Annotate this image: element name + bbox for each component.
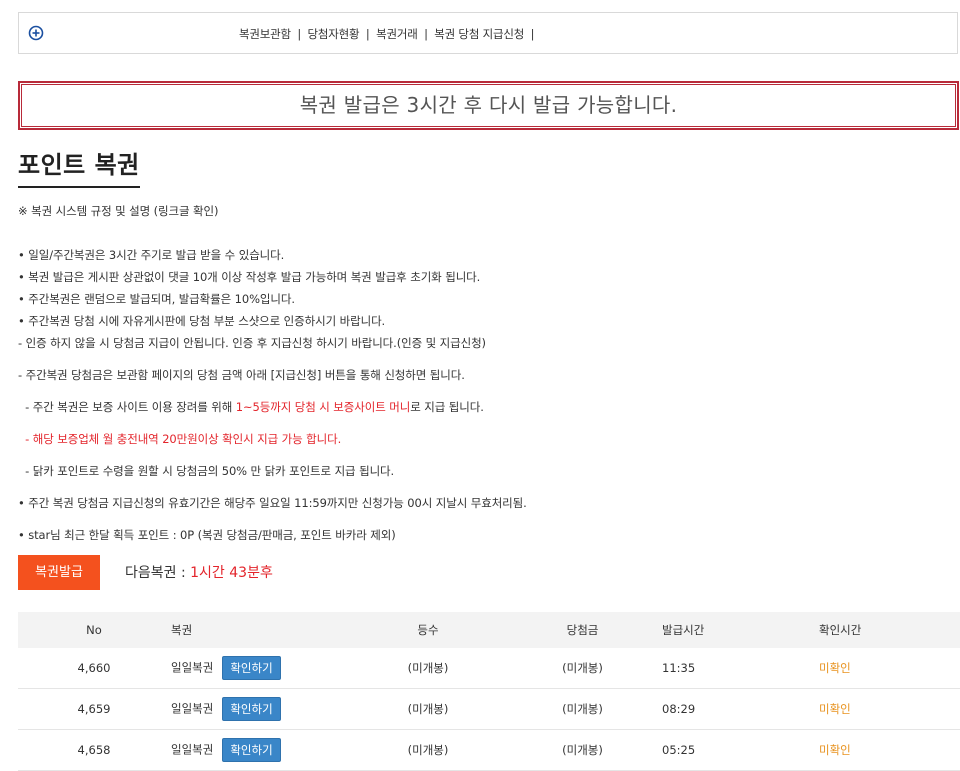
alert-box: 복권 발급은 3시간 후 다시 발급 가능합니다. [18,81,959,130]
cell-prize: (미개봉) [504,648,661,689]
cell-no: 4,659 [18,688,170,730]
lottery-name: 일일복권 [171,701,214,716]
top-nav-bar: 복권보관함 | 당첨자현황 | 복권거래 | 복권 당첨 지급신청 | [18,12,958,54]
col-header-check-time: 확인시간 [818,612,960,648]
table-row: 4,660 일일복권 확인하기 (미개봉) (미개봉) 11:35 미확인 [18,648,960,689]
cell-rank: (미개봉) [352,648,504,689]
rule-line: • 일일/주간복권은 3시간 주기로 발급 받을 수 있습니다. [18,248,285,262]
cell-lottery: 일일복권 확인하기 [170,688,352,730]
rule-line-highlight: 1~5등까지 당첨 시 보증사이트 머니 [235,400,411,414]
nav-separator: | [297,27,302,41]
cell-rank: (미개봉) [352,729,504,771]
cell-rank: (미개봉) [352,688,504,730]
rules-header-link[interactable]: ※ 복권 시스템 규정 및 설명 (링크글 확인) [18,203,219,219]
nav-separator: | [365,27,370,41]
cell-issue-time: 05:25 [661,729,818,771]
cell-check-status: 미확인 [818,648,960,689]
col-header-no: No [18,612,170,648]
nav-separator: | [424,27,428,41]
nav-link-lottery-box[interactable]: 복권보관함 [239,27,291,41]
rule-line: • 주간복권 당첨 시에 자유게시판에 당첨 부분 스샷으로 인증하시기 바랍니… [18,314,386,328]
rule-line: • 주간복권은 랜덤으로 발급되며, 발급확률은 10%입니다. [18,292,295,306]
nav-links: 복권보관함 | 당첨자현황 | 복권거래 | 복권 당첨 지급신청 | [239,26,537,42]
rule-line-highlight: - 해당 보증업체 월 충전내역 20만원이상 확인시 지급 가능 합니다. [18,432,342,446]
rule-line-text: 로 지급 됩니다. [410,400,484,414]
issue-lottery-button[interactable]: 복권발급 [18,555,100,590]
table-row: 4,658 일일복권 확인하기 (미개봉) (미개봉) 05:25 미확인 [18,729,960,771]
cell-no: 4,658 [18,729,170,771]
next-lottery-label: 다음복권 : [125,565,191,581]
cell-no: 4,660 [18,648,170,689]
rule-line: • 주간 복권 당첨금 지급신청의 유효기간은 해당주 일요일 11:59까지만… [18,496,527,510]
nav-link-winners[interactable]: 당첨자현황 [308,27,360,41]
next-lottery-value: 1시간 43분후 [190,565,273,581]
cell-lottery: 일일복권 확인하기 [170,729,352,771]
confirm-button[interactable]: 확인하기 [222,738,281,762]
rule-line: • 복권 발급은 게시판 상관없이 댓글 10개 이상 작성후 발급 가능하며 … [18,270,481,284]
rule-line: - 주간 복권은 보증 사이트 이용 장려를 위해 1~5등까지 당첨 시 보증… [18,399,484,415]
next-lottery-timer: 다음복권 : 1시간 43분후 [125,562,273,582]
lottery-name: 일일복권 [171,660,214,675]
lottery-name: 일일복권 [171,742,214,757]
col-header-lottery: 복권 [170,612,352,648]
plus-circle-icon[interactable] [28,25,44,41]
nav-separator: | [530,27,535,41]
nav-link-payout-request[interactable]: 복권 당첨 지급신청 [434,27,524,41]
col-header-issue-time: 발급시간 [661,612,818,648]
confirm-button[interactable]: 확인하기 [222,697,281,721]
rule-line-text: - 주간 복권은 보증 사이트 이용 장려를 위해 [18,400,236,414]
cell-lottery: 일일복권 확인하기 [170,648,352,689]
rule-line: - 인증 하지 않을 시 당첨금 지급이 안됩니다. 인증 후 지급신청 하시기… [18,336,486,350]
rule-line: - 주간복권 당첨금은 보관함 페이지의 당첨 금액 아래 [지급신청] 버튼을… [18,368,465,382]
cell-check-status: 미확인 [818,688,960,730]
rule-line: - 닭카 포인트로 수령을 원할 시 당첨금의 50% 만 닭카 포인트로 지급… [18,464,395,478]
monthly-points: • star님 최근 한달 획득 포인트 : 0P (복권 당첨금/판매금, 포… [18,528,396,542]
cell-prize: (미개봉) [504,729,661,771]
nav-link-trade[interactable]: 복권거래 [376,27,418,41]
cell-prize: (미개봉) [504,688,661,730]
col-header-prize: 당첨금 [504,612,661,648]
cell-check-status: 미확인 [818,729,960,771]
confirm-button[interactable]: 확인하기 [222,656,281,680]
lottery-table: No 복권 등수 당첨금 발급시간 확인시간 4,660 일일복권 확인하기 (미… [18,612,960,771]
table-row: 4,659 일일복권 확인하기 (미개봉) (미개봉) 08:29 미확인 [18,688,960,730]
col-header-rank: 등수 [352,612,504,648]
cell-issue-time: 11:35 [661,648,818,689]
page-title: 포인트 복권 [18,145,140,188]
cell-issue-time: 08:29 [661,688,818,730]
table-header-row: No 복권 등수 당첨금 발급시간 확인시간 [18,612,960,648]
alert-message: 복권 발급은 3시간 후 다시 발급 가능합니다. [21,84,956,127]
